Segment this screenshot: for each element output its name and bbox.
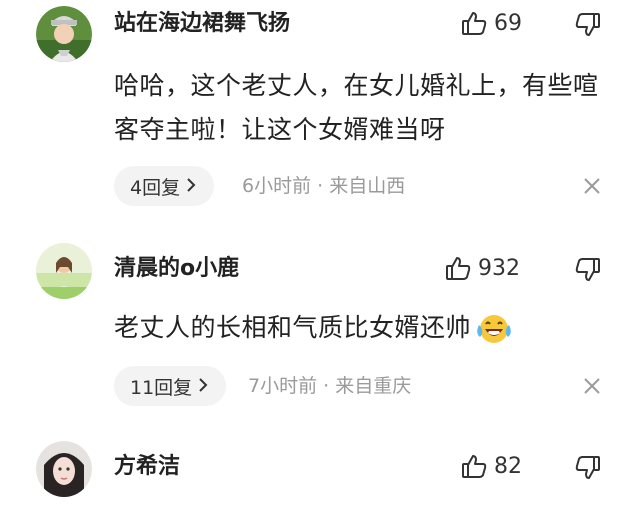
replies-count: 11回复 xyxy=(130,376,193,399)
thumbs-down-icon xyxy=(574,10,604,38)
laughing-tears-emoji xyxy=(475,313,513,345)
chevron-right-icon xyxy=(186,175,196,197)
thumbs-down-icon xyxy=(574,255,604,283)
username[interactable]: 清晨的o小鹿 xyxy=(114,254,239,284)
comment-text-content: 老丈人的长相和气质比女婿还帅 xyxy=(114,313,472,342)
close-icon xyxy=(580,378,604,402)
replies-button[interactable]: 11回复 xyxy=(114,366,227,406)
close-icon xyxy=(580,178,604,202)
location: 来自山西 xyxy=(329,175,406,197)
replies-count: 4回复 xyxy=(130,176,181,199)
meta-separator: · xyxy=(323,375,330,397)
dislike-button[interactable] xyxy=(574,10,604,40)
avatar[interactable] xyxy=(36,6,92,62)
thumbs-up-icon xyxy=(460,453,488,481)
like-count: 82 xyxy=(494,454,522,479)
meta-separator: · xyxy=(317,175,324,197)
dislike-button[interactable] xyxy=(574,255,604,285)
avatar[interactable] xyxy=(36,243,92,299)
username[interactable]: 站在海边裙舞飞扬 xyxy=(114,9,290,39)
thumbs-down-icon xyxy=(574,453,604,481)
comment-meta: 7小时前 · 来自重庆 xyxy=(248,366,411,406)
like-button[interactable]: 82 xyxy=(460,452,522,482)
like-count: 69 xyxy=(494,11,522,36)
like-button[interactable]: 69 xyxy=(460,9,522,39)
comment-text: 哈哈，这个老丈人，在女儿婚礼上，有些喧客夺主啦！让这个女婿难当呀 xyxy=(114,71,599,144)
dislike-button[interactable] xyxy=(574,453,604,483)
close-button[interactable] xyxy=(580,374,604,398)
like-count: 932 xyxy=(478,256,520,281)
comment-text: 老丈人的长相和气质比女婿还帅 xyxy=(114,306,614,350)
replies-button[interactable]: 4回复 xyxy=(114,166,215,206)
comment-meta: 6小时前 · 来自山西 xyxy=(242,166,405,206)
thumbs-up-icon xyxy=(460,10,488,38)
username[interactable]: 方希洁 xyxy=(114,452,180,482)
chevron-right-icon xyxy=(198,375,208,397)
thumbs-up-icon xyxy=(444,255,472,283)
close-button[interactable] xyxy=(580,174,604,198)
timestamp: 7小时前 xyxy=(248,375,318,397)
location: 来自重庆 xyxy=(335,375,412,397)
like-button[interactable]: 932 xyxy=(444,254,520,284)
avatar[interactable] xyxy=(36,441,92,497)
timestamp: 6小时前 xyxy=(242,175,312,197)
